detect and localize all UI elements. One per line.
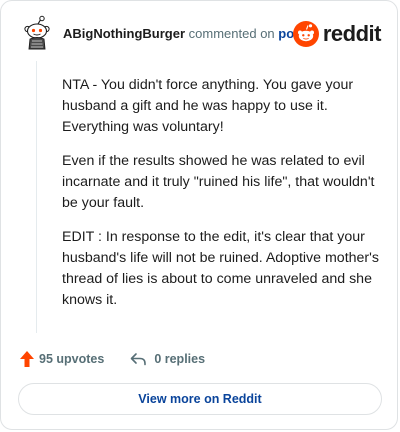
comment-embed-card: ABigNothingBurger commented on post redd… bbox=[0, 0, 398, 430]
comment-paragraph: Even if the results showed he was relate… bbox=[62, 153, 375, 211]
action-verb: commented on bbox=[188, 26, 275, 41]
reply-count: 0 replies bbox=[154, 352, 206, 366]
comment-paragraph: NTA - You didn't force anything. You gav… bbox=[62, 77, 354, 135]
snoo-avatar-icon[interactable] bbox=[19, 15, 55, 51]
upvote-button[interactable]: 95 upvotes bbox=[19, 350, 104, 368]
comment-actions: 95 upvotes 0 replies bbox=[19, 348, 205, 370]
author-name[interactable]: ABigNothingBurger bbox=[63, 26, 185, 41]
comment-header: ABigNothingBurger commented on post redd… bbox=[19, 15, 383, 55]
reddit-wordmark: reddit bbox=[322, 21, 382, 46]
replies-button[interactable]: 0 replies bbox=[130, 352, 205, 366]
author-line: ABigNothingBurger commented on post bbox=[63, 26, 306, 42]
view-more-button[interactable]: View more on Reddit bbox=[18, 383, 382, 415]
upvote-count: 95 upvotes bbox=[39, 352, 105, 366]
comment-body: NTA - You didn't force anything. You gav… bbox=[62, 75, 380, 324]
reddit-brand[interactable]: reddit bbox=[292, 21, 382, 47]
upvote-arrow-icon bbox=[20, 351, 34, 367]
reddit-logo-icon bbox=[292, 21, 319, 47]
comment-paragraph: EDIT : In response to the edit, it's cle… bbox=[62, 229, 379, 308]
reply-arrow-icon bbox=[131, 353, 147, 366]
thread-line bbox=[36, 61, 37, 333]
